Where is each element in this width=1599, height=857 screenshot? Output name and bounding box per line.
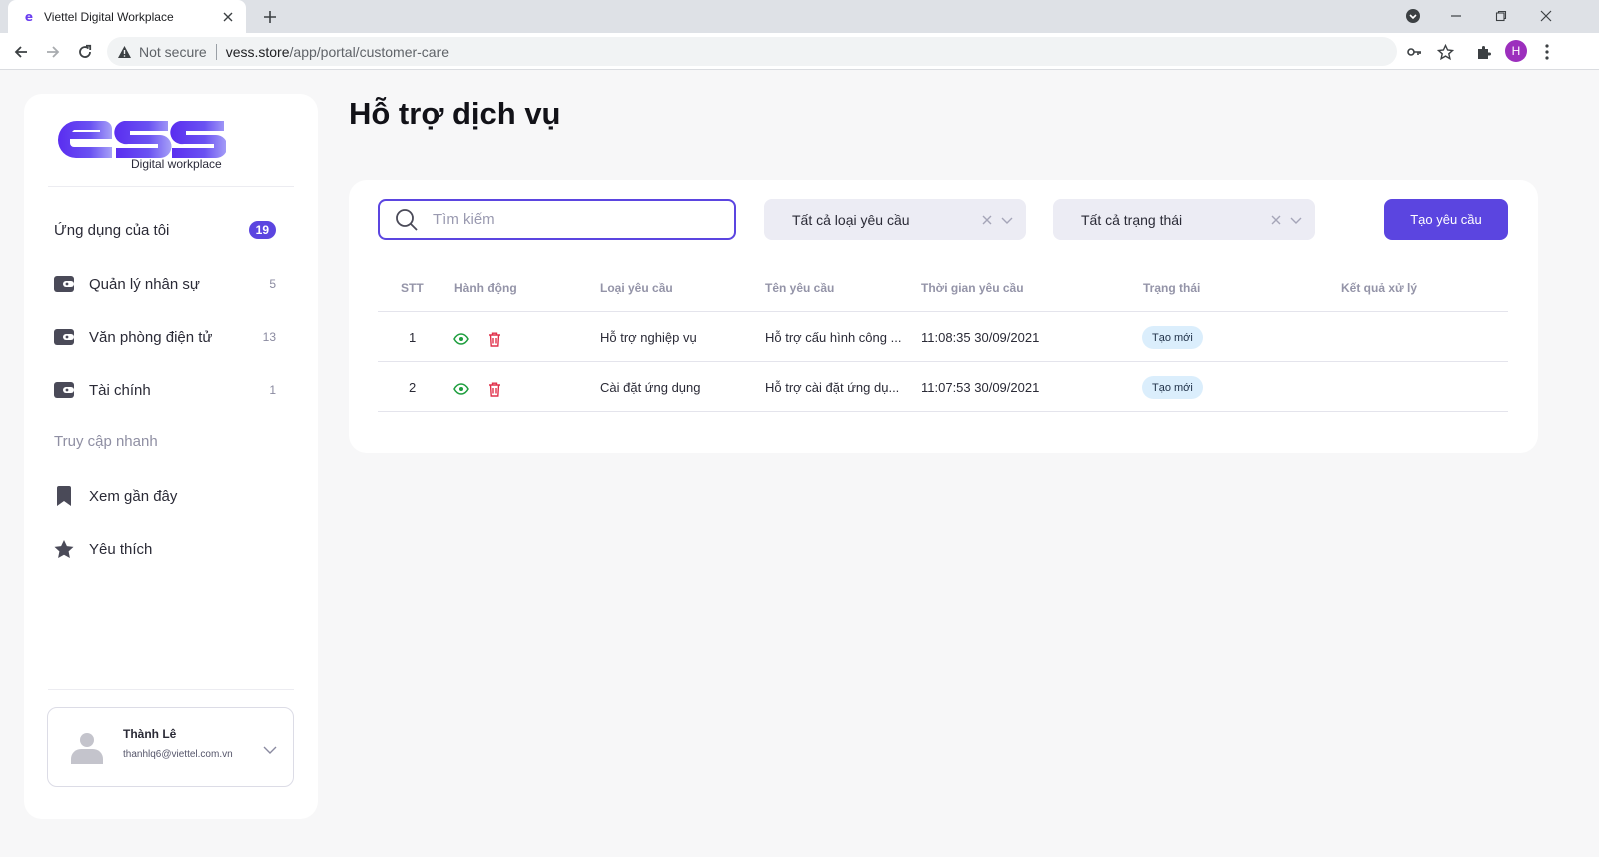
star-icon: [54, 539, 74, 559]
column-header-stt: STT: [401, 281, 424, 295]
search-box[interactable]: [378, 199, 736, 240]
wallet-icon: [54, 327, 74, 347]
sidebar-item-label: Tài chính: [89, 381, 151, 399]
chevron-down-icon[interactable]: [1289, 213, 1303, 227]
reload-icon[interactable]: [73, 40, 97, 64]
minimize-icon[interactable]: [1444, 5, 1468, 27]
window-close-icon[interactable]: [1534, 5, 1558, 27]
extensions-puzzle-icon[interactable]: [1473, 41, 1495, 63]
request-type-value: Tất cả loại yêu cầu: [792, 211, 910, 228]
clear-icon[interactable]: [1269, 213, 1283, 227]
column-header-time: Thời gian yêu cầu: [921, 281, 1024, 295]
row-time: 11:08:35 30/09/2021: [921, 330, 1040, 345]
status-select[interactable]: Tất cả trạng thái: [1053, 199, 1315, 240]
sidebar-item-hr[interactable]: Quản lý nhân sự 5: [54, 269, 276, 299]
table-divider: [378, 361, 1508, 362]
requests-card: Tất cả loại yêu cầu Tất cả trạng thái Tạ…: [349, 180, 1538, 453]
close-icon[interactable]: [220, 9, 236, 25]
key-icon[interactable]: [1403, 41, 1425, 63]
sidebar-item-recent[interactable]: Xem gần đây: [54, 481, 276, 511]
column-header-type: Loại yêu cầu: [600, 281, 673, 295]
sidebar-item-count: 5: [269, 277, 276, 291]
sidebar-item-label: Quản lý nhân sự: [89, 275, 200, 293]
bookmark-star-icon[interactable]: [1434, 41, 1456, 63]
row-type: Hỗ trợ nghiệp vụ: [600, 330, 697, 345]
apps-count-badge: 19: [248, 221, 276, 239]
new-tab-plus-icon[interactable]: [258, 6, 282, 28]
sidebar-item-count: 1: [269, 383, 276, 397]
sidebar-item-e-office[interactable]: Văn phòng điện tử 13: [54, 322, 276, 352]
bookmark-icon: [54, 486, 74, 506]
page-title: Hỗ trợ dịch vụ: [349, 96, 561, 131]
url-host: vess.store: [225, 43, 290, 60]
row-stt: 1: [409, 330, 417, 345]
status-badge: Tạo mới: [1142, 326, 1203, 349]
sidebar-divider: [48, 689, 294, 690]
quick-access-heading: Truy cập nhanh: [54, 433, 158, 450]
address-bar[interactable]: Not secure vess.store/app/portal/custome…: [107, 37, 1397, 66]
tab-search-icon[interactable]: [1401, 5, 1425, 27]
wallet-icon: [54, 380, 74, 400]
request-type-select[interactable]: Tất cả loại yêu cầu: [764, 199, 1026, 240]
trash-icon[interactable]: [486, 331, 502, 347]
search-icon: [396, 208, 418, 231]
tab-title: Viettel Digital Workplace: [44, 9, 174, 24]
address-divider: [215, 43, 217, 60]
search-input[interactable]: [433, 211, 713, 228]
security-label: Not secure: [139, 43, 207, 60]
user-profile-card[interactable]: Thành Lê thanhlq6@viettel.com.vn: [47, 707, 294, 787]
table-divider: [378, 311, 1508, 312]
sidebar-item-label: Ứng dụng của tôi: [54, 221, 170, 239]
warning-triangle-icon: [116, 44, 132, 60]
logo-subtitle: Digital workplace: [131, 157, 222, 171]
trash-icon[interactable]: [486, 381, 502, 397]
column-header-action: Hành động: [454, 281, 517, 295]
create-request-button[interactable]: Tạo yêu cầu: [1384, 199, 1508, 240]
user-email: thanhlq6@viettel.com.vn: [123, 749, 233, 760]
browser-tab[interactable]: e Viettel Digital Workplace: [8, 0, 246, 33]
chevron-down-icon[interactable]: [1000, 213, 1014, 227]
clear-icon[interactable]: [980, 213, 994, 227]
user-avatar-icon: [71, 733, 103, 764]
sidebar-divider: [48, 186, 294, 187]
row-name: Hỗ trợ cấu hình công ...: [765, 330, 902, 345]
sidebar-item-favorites[interactable]: Yêu thích: [54, 534, 276, 564]
sidebar-item-finance[interactable]: Tài chính 1: [54, 375, 276, 405]
sidebar-item-label: Xem gần đây: [89, 487, 178, 505]
column-header-name: Tên yêu cầu: [765, 281, 835, 295]
sidebar-item-label: Yêu thích: [89, 540, 153, 558]
row-stt: 2: [409, 380, 417, 395]
profile-avatar[interactable]: H: [1505, 40, 1527, 62]
sidebar-item-my-apps[interactable]: Ứng dụng của tôi 19: [54, 215, 276, 245]
browser-tab-bar: e Viettel Digital Workplace: [0, 0, 1599, 33]
status-badge: Tạo mới: [1142, 376, 1203, 399]
sidebar-item-count: 13: [262, 330, 276, 344]
eye-icon[interactable]: [453, 381, 469, 397]
restore-icon[interactable]: [1489, 5, 1513, 27]
row-time: 11:07:53 30/09/2021: [921, 380, 1040, 395]
row-type: Cài đặt ứng dụng: [600, 380, 701, 395]
chevron-down-icon[interactable]: [262, 744, 278, 756]
table-divider: [378, 411, 1508, 412]
url-path: /app/portal/customer-care: [289, 43, 450, 60]
forward-arrow-icon[interactable]: [41, 40, 65, 64]
wallet-icon: [54, 274, 74, 294]
sidebar-item-label: Văn phòng điện tử: [89, 328, 213, 346]
row-name: Hỗ trợ cài đặt ứng dụ...: [765, 380, 900, 395]
browser-toolbar: Not secure vess.store/app/portal/custome…: [0, 33, 1599, 70]
status-value: Tất cả trạng thái: [1081, 211, 1183, 228]
column-header-result: Kết quả xử lý: [1341, 281, 1418, 295]
menu-kebab-icon[interactable]: [1536, 41, 1558, 63]
sidebar: Digital workplace Ứng dụng của tôi 19 Qu…: [24, 94, 318, 819]
column-header-status: Trạng thái: [1143, 281, 1201, 295]
eye-icon[interactable]: [453, 331, 469, 347]
user-name: Thành Lê: [123, 727, 177, 741]
back-arrow-icon[interactable]: [9, 40, 33, 64]
site-favicon-icon: e: [24, 9, 34, 24]
